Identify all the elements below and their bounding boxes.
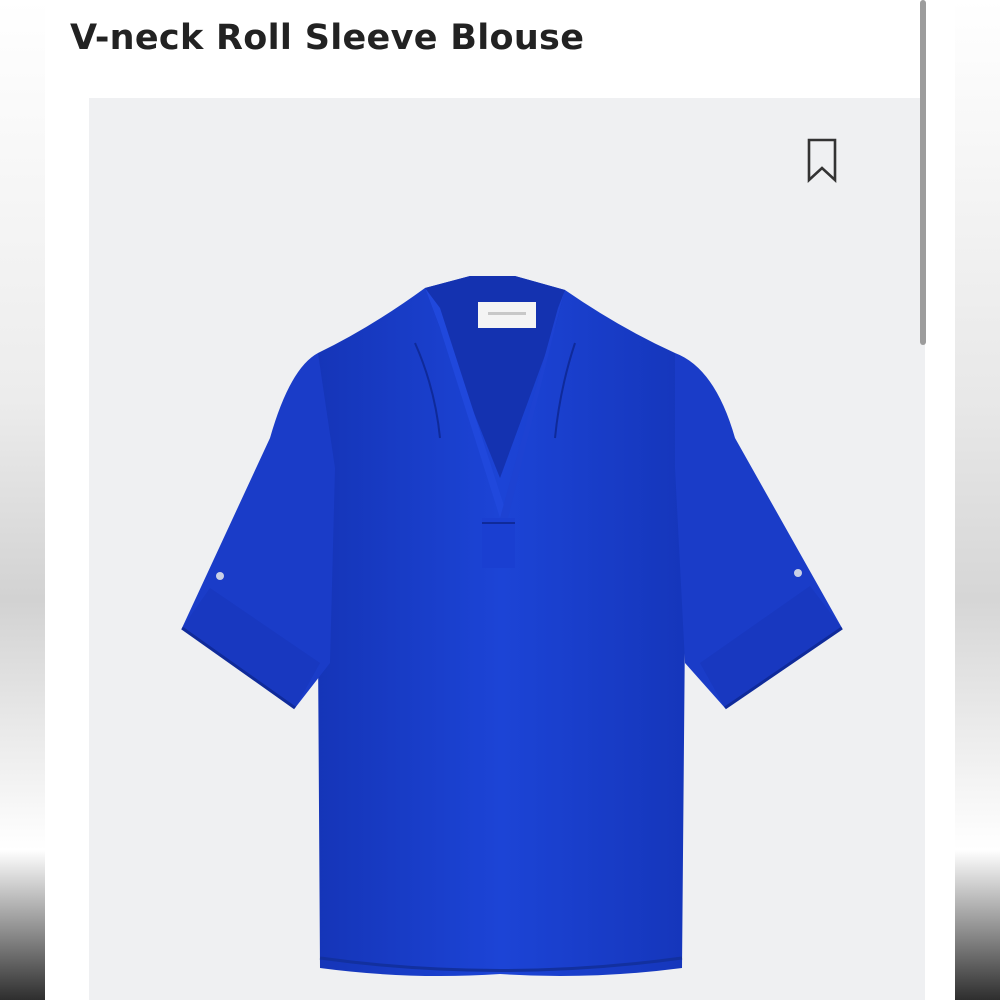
left-backdrop — [0, 0, 45, 1000]
blouse-photo — [181, 276, 843, 976]
right-backdrop — [955, 0, 1000, 1000]
product-title: V-neck Roll Sleeve Blouse — [70, 18, 585, 58]
scrollbar[interactable] — [920, 0, 926, 345]
bookmark-icon[interactable] — [805, 137, 839, 183]
